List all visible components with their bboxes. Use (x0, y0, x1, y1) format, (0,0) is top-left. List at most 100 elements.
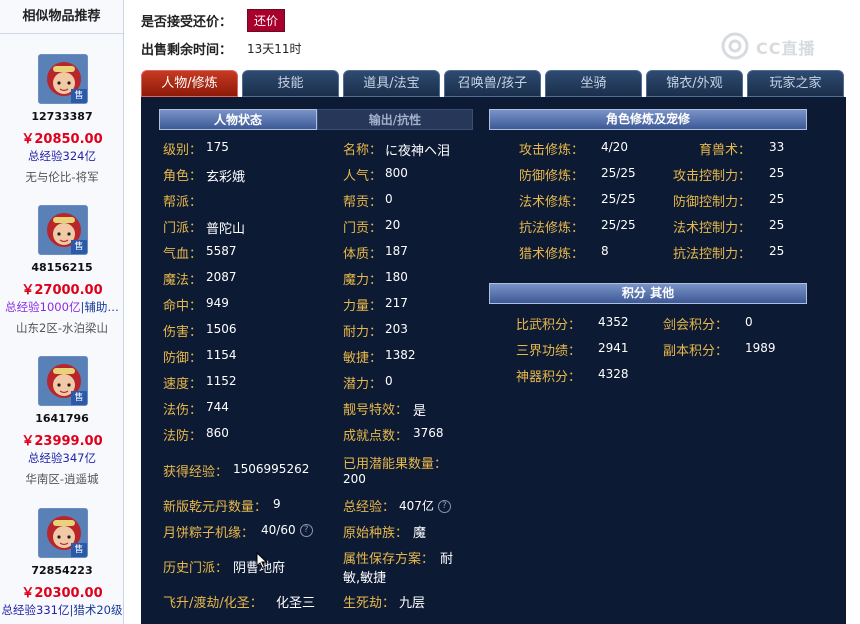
stat-label: 力量： (343, 299, 383, 314)
sidebar-title: 相似物品推荐 (0, 0, 123, 34)
total-exp-tag: 总经验324亿 (28, 149, 96, 163)
attr-plan-value-2: 敏,敏捷 (343, 571, 387, 586)
cultivation-value: 25/25 (601, 166, 636, 180)
item-server[interactable]: 华南区-逍遥城 (0, 471, 124, 487)
cultivation-label: 抗法修炼： (519, 221, 585, 236)
tab-6[interactable]: 玩家之家 (747, 70, 844, 97)
stat-label: 门贡： (343, 221, 383, 236)
item-avatar[interactable]: 售 (38, 54, 88, 104)
character-detail-panel: 人物状态 输出/抗性 角色修炼及宠修 积分 其他 级别： 175 名称： に夜神ヘ泪角… (141, 97, 846, 624)
points-label: 副本积分： (663, 344, 729, 359)
help-icon[interactable]: ? (299, 524, 313, 537)
logo-text: CC直播 (756, 39, 816, 58)
item-price: ￥20300.00 (21, 586, 103, 601)
ascension-value: 化圣三 (276, 596, 316, 611)
cultivation-label: 防御修炼： (519, 169, 585, 184)
control-label: 育兽术： (699, 143, 752, 158)
bargain-button[interactable]: 还价 (247, 9, 286, 32)
stat-label: 伤害： (163, 325, 203, 340)
sell-tag: 售 (71, 391, 87, 405)
stat-label: 体质： (343, 247, 383, 262)
control-label: 法术控制力： (673, 221, 752, 236)
attr-plan-label: 属性保存方案： (343, 552, 435, 567)
similar-item[interactable]: 售 48156215 ￥27000.00 总经验1000亿|辅助… 山东2区-水泊梁山 (0, 203, 124, 343)
life-death-label: 生死劫： (343, 596, 396, 611)
stat-label: 帮贡： (343, 195, 383, 210)
cultivation-label: 法术修炼： (519, 195, 585, 210)
race-label: 原始种族： (343, 526, 409, 541)
stat-label: 耐力： (343, 325, 383, 340)
stat-value: 860 (206, 426, 229, 440)
stat-value: 20 (385, 218, 401, 232)
stat-value: 949 (206, 296, 229, 310)
similar-item[interactable]: 售 12733387 ￥20850.00 总经验324亿 无与伦比-将军 (0, 52, 124, 192)
total-exp-value: 407亿? (399, 497, 451, 514)
stat-value: 1506 (206, 322, 237, 336)
exp-value: 1506995262 (233, 462, 310, 476)
item-id: 72854223 (31, 564, 93, 577)
life-death-value: 九层 (399, 596, 426, 611)
tab-output-resistance[interactable]: 输出/抗性 (317, 109, 473, 130)
tab-1[interactable]: 技能 (242, 70, 339, 97)
tab-0[interactable]: 人物/修炼 (141, 70, 238, 97)
total-exp-number: 407亿 (399, 499, 434, 513)
points-value: 1989 (745, 341, 776, 355)
stat-label: 防御： (163, 351, 203, 366)
stat-value: 187 (385, 244, 408, 258)
help-icon[interactable]: ? (437, 500, 451, 513)
stat-value: 普陀山 (206, 222, 246, 237)
stat-label: 潜力： (343, 377, 383, 392)
points-value: 4328 (598, 367, 629, 381)
total-exp-tag: 总经验1000亿 (5, 300, 81, 314)
similar-item[interactable]: 售 72854223 ￥20300.00 总经验331亿|猎术20级 (0, 506, 124, 624)
detail-tabs: 人物/修炼 技能 道具/法宝 召唤兽/孩子 坐骑 锦衣/外观 玩家之家 (141, 70, 844, 97)
tab-5[interactable]: 锦衣/外观 (646, 70, 743, 97)
stat-value: 0 (385, 192, 393, 206)
tab-3[interactable]: 召唤兽/孩子 (444, 70, 541, 97)
stat-label: 魔力： (343, 273, 383, 288)
stat-label: 法防： (163, 429, 203, 444)
stat-label: 魔法： (163, 273, 203, 288)
stat-label: 敏捷： (343, 351, 383, 366)
race-value: 魔 (413, 526, 427, 541)
similar-items-sidebar: 相似物品推荐 售 12733387 ￥20850.00 总经验324亿 无与伦比-将军售… (0, 0, 124, 624)
stat-label: 名称： (343, 143, 383, 158)
item-avatar[interactable]: 售 (38, 205, 88, 255)
total-exp-tag: 总经验347亿 (28, 451, 96, 465)
stat-value: 2087 (206, 270, 237, 284)
item-price: ￥23999.00 (21, 434, 103, 449)
control-value: 25 (769, 166, 785, 180)
item-id: 12733387 (31, 110, 93, 123)
item-server[interactable]: 山东2区-水泊梁山 (0, 320, 124, 336)
cultivation-value: 4/20 (601, 140, 628, 154)
points-label: 比武积分： (516, 318, 582, 333)
points-value: 2941 (598, 341, 629, 355)
total-exp-tag: 总经验331亿 (1, 603, 70, 617)
item-avatar[interactable]: 售 (38, 356, 88, 406)
control-value: 25 (769, 192, 785, 206)
stat-value: 1154 (206, 348, 237, 362)
similar-item[interactable]: 售 1641796 ￥23999.00 总经验347亿 华南区-逍遥城 (0, 354, 124, 494)
sell-tag: 售 (71, 89, 87, 103)
cultivation-label: 猎术修炼： (519, 247, 585, 262)
tab-4[interactable]: 坐骑 (545, 70, 642, 97)
extra-tag: |猎术20级 (69, 603, 123, 617)
stat-value: 800 (385, 166, 408, 180)
stat-value: 1152 (206, 374, 237, 388)
mouse-cursor-icon (256, 552, 268, 570)
ascension-label: 飞升/渡劫/化圣： (163, 596, 263, 611)
total-exp-label: 总经验： (343, 500, 396, 515)
item-avatar[interactable]: 售 (38, 508, 88, 558)
tab-character-status[interactable]: 人物状态 (159, 109, 317, 130)
cultivation-label: 攻击修炼： (519, 143, 585, 158)
item-server[interactable]: 无与伦比-将军 (0, 169, 124, 185)
control-value: 25 (769, 218, 785, 232)
cultivation-value: 8 (601, 244, 609, 258)
cc-live-logo: CC直播 (720, 31, 838, 61)
control-label: 抗法控制力： (673, 247, 752, 262)
potential-fruit-label: 已用潜能果数量： (343, 457, 448, 472)
tab-2[interactable]: 道具/法宝 (343, 70, 440, 97)
extra-tag: |辅助… (80, 300, 119, 314)
stat-value: 175 (206, 140, 229, 154)
zongzi-value: 40/60? (261, 523, 313, 537)
